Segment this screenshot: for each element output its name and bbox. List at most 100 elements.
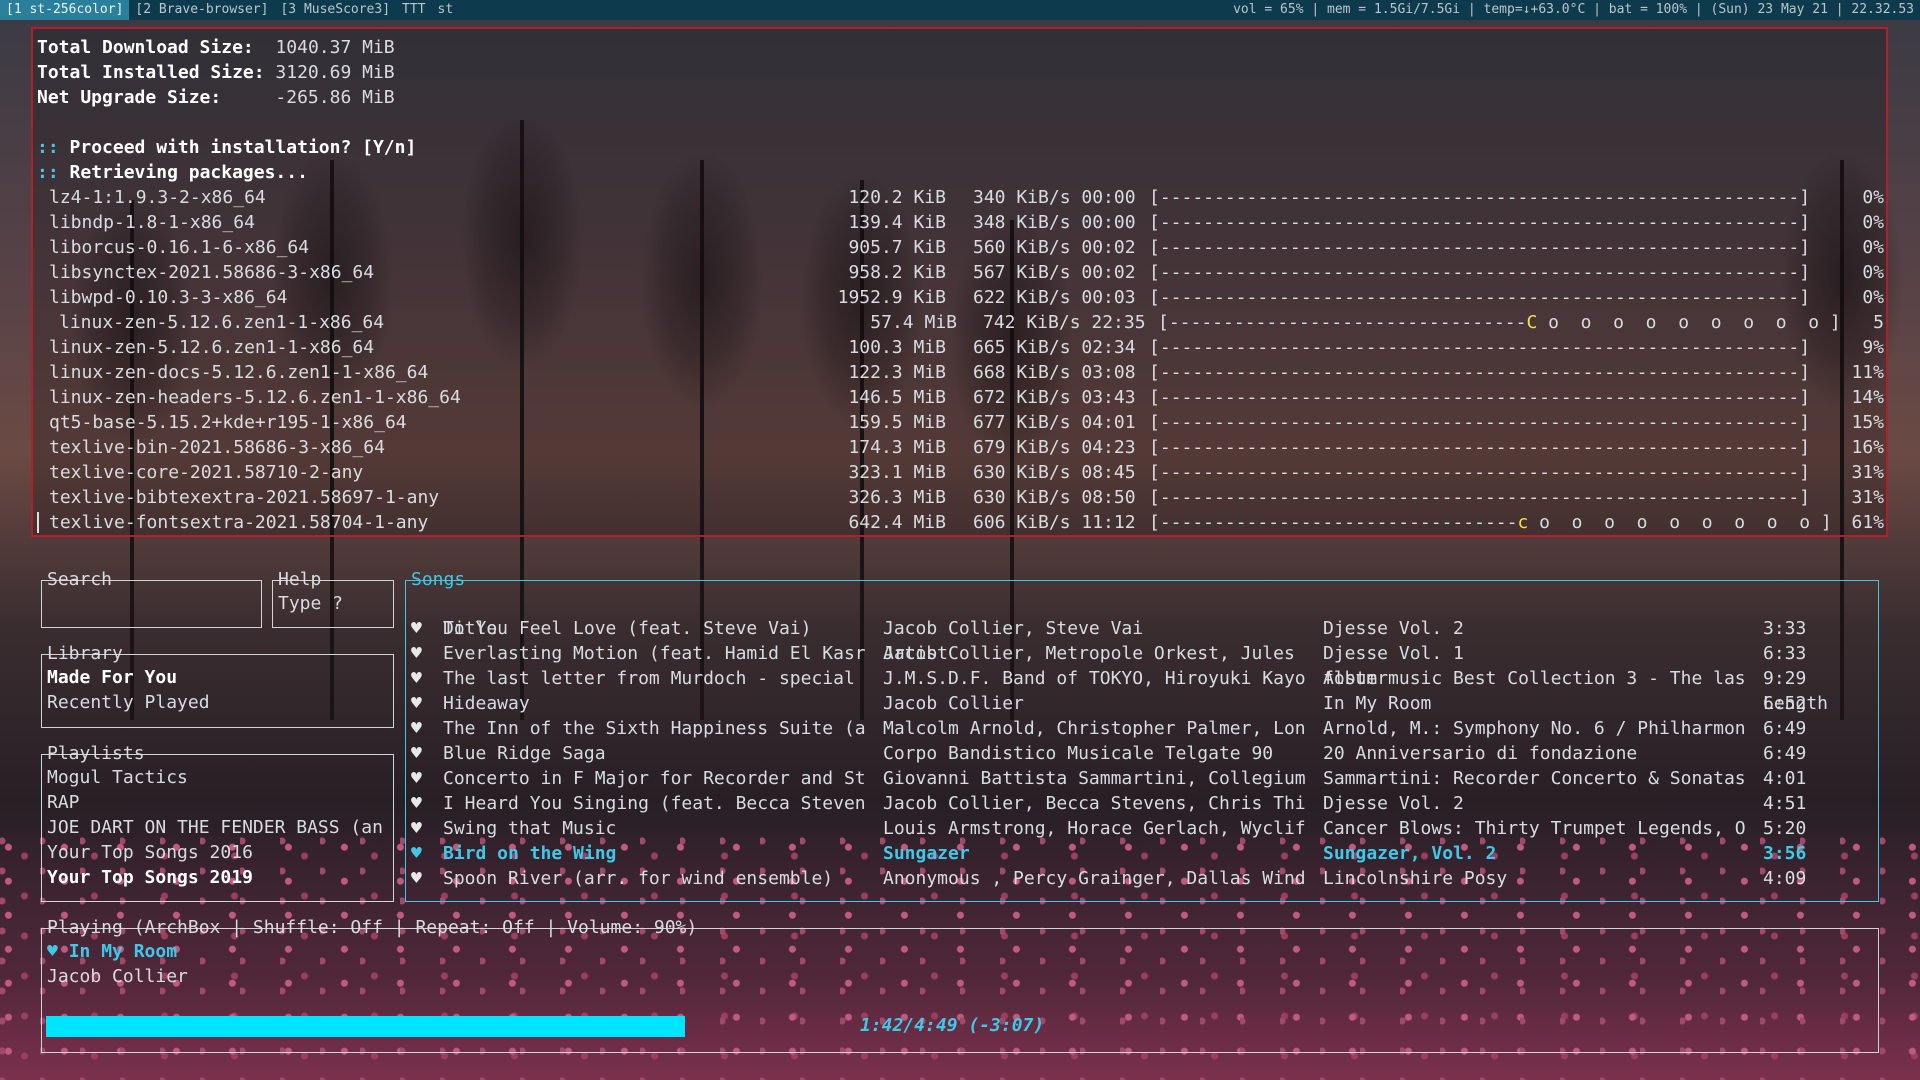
package-rate: 672 KiB/s 03:43 <box>973 387 1136 408</box>
song-row[interactable]: ♥ Spoon River (arr. for wind ensemble) Ano… <box>406 866 1878 891</box>
song-row[interactable]: ♥ The last letter from Murdoch - special J… <box>406 666 1878 691</box>
package-rate: 340 KiB/s 00:00 <box>973 187 1136 208</box>
layout-indicator[interactable]: TTT <box>396 0 431 20</box>
heart-icon[interactable]: ♥ <box>411 741 422 766</box>
song-title: The last letter from Murdoch - special <box>443 668 855 689</box>
package-percent: 5 <box>1873 312 1884 333</box>
package-percent: 31% <box>1851 487 1884 508</box>
heart-icon[interactable]: ♥ <box>411 666 422 691</box>
playback-progress-fill <box>46 1016 685 1037</box>
song-row[interactable]: ♥ Blue Ridge Saga Corpo Bandistico Musical… <box>406 741 1878 766</box>
package-size: 122.3 MiB <box>848 362 946 383</box>
workspace-tag-2[interactable]: [2 Brave-browser] <box>129 0 274 20</box>
package-rate: 742 KiB/s 22:35 <box>983 312 1146 333</box>
workspace-tag-1[interactable]: [1 st-256color] <box>0 0 130 20</box>
package-name: linux-zen-headers-5.12.6.zen1-1-x86_64 <box>49 387 461 408</box>
package-percent: 9% <box>1862 337 1884 358</box>
package-rate: 630 KiB/s 08:50 <box>973 487 1136 508</box>
package-name: lz4-1:1.9.3-2-x86_64 <box>49 187 266 208</box>
package-rate: 567 KiB/s 00:02 <box>973 262 1136 283</box>
help-box[interactable]: Help Type ? <box>272 569 394 628</box>
song-title: Blue Ridge Saga <box>443 743 606 764</box>
package-percent: 0% <box>1862 187 1884 208</box>
playlist-item[interactable]: Your Top Songs 2019 <box>47 865 383 890</box>
song-title: Do You Feel Love (feat. Steve Vai) <box>443 618 812 639</box>
heart-icon[interactable]: ♥ <box>411 641 422 666</box>
song-row[interactable]: ♥ Bird on the Wing Sungazer Sungazer, Vol. … <box>406 841 1878 866</box>
package-row: lz4-1:1.9.3-2-x86_64 120.2 KiB 340 KiB/s 0… <box>37 185 1886 210</box>
playlist-item[interactable]: JOE DART ON THE FENDER BASS (an <box>47 815 383 840</box>
package-size: 958.2 KiB <box>848 262 946 283</box>
package-rate: 668 KiB/s 03:08 <box>973 362 1136 383</box>
package-size: 1952.9 KiB <box>837 287 946 308</box>
package-percent: 0% <box>1862 212 1884 233</box>
playlist-item[interactable]: Mogul Tactics <box>47 765 383 790</box>
song-row[interactable]: ♥ Concerto in F Major for Recorder and St… <box>406 766 1878 791</box>
song-row[interactable]: ♥ Swing that Music Louis Armstrong, Horace… <box>406 816 1878 841</box>
prompt-marker: :: <box>37 137 59 158</box>
progress-bar-filled: [--------------------------------- <box>1158 312 1527 333</box>
song-row[interactable]: ♥ Hideaway Jacob Collier In My Room 6:52 <box>406 691 1878 716</box>
package-rate: 606 KiB/s 11:12 <box>973 512 1136 533</box>
retrieving-text: Retrieving packages... <box>69 162 308 183</box>
help-text: Type ? <box>278 593 344 614</box>
song-length: 4:01 <box>1763 768 1807 789</box>
heart-icon[interactable]: ♥ <box>411 691 422 716</box>
search-box[interactable]: Search <box>41 569 262 628</box>
heart-icon[interactable]: ♥ <box>411 766 422 791</box>
heart-icon[interactable]: ♥ <box>411 866 422 891</box>
progress-bar-remaining: o o o o o o o o o ] <box>1537 312 1841 333</box>
playlists-box: Playlists Mogul Tactics RAP JOE DART ON TH… <box>41 743 394 902</box>
package-progress-bar: [---------------------------------------… <box>1149 237 1811 258</box>
installed-size-label: Total Installed Size: <box>37 62 265 83</box>
package-rate: 348 KiB/s 00:00 <box>973 212 1136 233</box>
library-item[interactable]: Recently Played <box>47 690 210 715</box>
package-rate: 677 KiB/s 04:01 <box>973 412 1136 433</box>
songs-title: Songs <box>411 569 466 590</box>
package-rate: 665 KiB/s 02:34 <box>973 337 1136 358</box>
system-status: vol = 65% | mem = 1.5Gi/7.5Gi | temp=↓+6… <box>1233 2 1914 17</box>
window-title: st <box>437 2 454 17</box>
heart-icon[interactable]: ♥ <box>411 816 422 841</box>
package-name: liborcus-0.16.1-6-x86_64 <box>49 237 310 258</box>
heart-icon[interactable]: ♥ <box>47 941 58 962</box>
playlist-item[interactable]: Your Top Songs 2016 <box>47 840 383 865</box>
package-size: 174.3 MiB <box>848 437 946 458</box>
package-row: linux-zen-docs-5.12.6.zen1-1-x86_64 122.3… <box>37 360 1886 385</box>
song-title: I Heard You Singing (feat. Becca Steven <box>443 793 866 814</box>
package-row: libsynctex-2021.58686-3-x86_64 958.2 KiB 5… <box>37 260 1886 285</box>
download-size-label: Total Download Size: <box>37 37 254 58</box>
package-row: texlive-bibtexextra-2021.58697-1-any 326.… <box>37 485 1886 510</box>
terminal-window[interactable]: Total Download Size: 1040.37 MiB Total I… <box>31 27 1888 537</box>
package-size: 146.5 MiB <box>848 387 946 408</box>
heart-icon[interactable]: ♥ <box>411 841 422 866</box>
playlist-item[interactable]: RAP <box>47 790 383 815</box>
song-album: fostermusic Best Collection 3 - The las <box>1323 668 1746 689</box>
package-size: 642.4 MiB <box>848 512 946 533</box>
songs-header: Title Artist Album Length <box>406 591 1878 714</box>
package-progress-bar: [---------------------------------------… <box>1149 212 1811 233</box>
song-title: The Inn of the Sixth Happiness Suite (a <box>443 718 866 739</box>
package-percent: 61% <box>1851 512 1884 533</box>
song-artist: Anonymous , Percy Grainger, Dallas Wind <box>883 868 1306 889</box>
package-row: linux-zen-headers-5.12.6.zen1-1-x86_64 14… <box>37 385 1886 410</box>
song-row[interactable]: ♥ The Inn of the Sixth Happiness Suite (a… <box>406 716 1878 741</box>
library-item[interactable]: Made For You <box>47 665 210 690</box>
playing-title: Playing (ArchBox | Shuffle: Off | Repeat… <box>47 917 698 938</box>
heart-icon[interactable]: ♥ <box>411 716 422 741</box>
heart-icon[interactable]: ♥ <box>411 791 422 816</box>
now-playing-track: In My Room <box>68 941 178 962</box>
song-row[interactable]: ♥ I Heard You Singing (feat. Becca Steven… <box>406 791 1878 816</box>
workspace-tag-3[interactable]: [3 MuseScore3] <box>274 0 396 20</box>
package-name: libndp-1.8-1-x86_64 <box>49 212 255 233</box>
package-progress-bar: [---------------------------------------… <box>1149 412 1811 433</box>
package-percent: 15% <box>1851 412 1884 433</box>
package-size: 159.5 MiB <box>848 412 946 433</box>
song-row[interactable]: ♥ Do You Feel Love (feat. Steve Vai) Jacob… <box>406 616 1878 641</box>
package-progress-bar: [---------------------------------C o o … <box>1158 310 1841 335</box>
song-row[interactable]: ♥ Everlasting Motion (feat. Hamid El Kasr… <box>406 641 1878 666</box>
package-size: 57.4 MiB <box>870 312 957 333</box>
heart-icon[interactable]: ♥ <box>411 616 422 641</box>
song-artist: Giovanni Battista Sammartini, Collegium <box>883 768 1306 789</box>
package-size: 100.3 MiB <box>848 337 946 358</box>
